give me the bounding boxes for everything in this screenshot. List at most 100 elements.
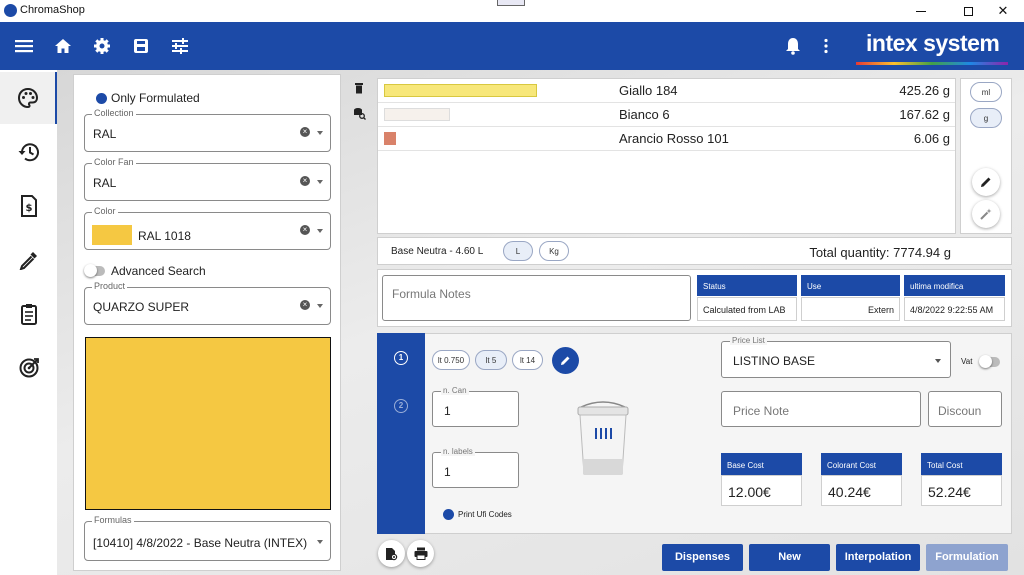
print-ufi-codes-radio[interactable]: [443, 509, 454, 520]
base-bar: Base Neutra - 4.60 L L Kg Total quantity…: [377, 237, 1012, 265]
clear-icon[interactable]: ×: [300, 300, 310, 310]
clear-icon[interactable]: ×: [300, 127, 310, 137]
target-icon: [19, 358, 39, 378]
print-ufi-codes-toggle[interactable]: Print Ufi Codes: [443, 509, 512, 520]
advanced-search-switch[interactable]: [84, 264, 105, 277]
filters-button[interactable]: [162, 22, 198, 70]
nav-color-search[interactable]: [0, 72, 57, 124]
can-14-chip[interactable]: lt 14: [512, 350, 543, 370]
formula-notes-input[interactable]: Formula Notes: [382, 275, 691, 321]
color-fan-select[interactable]: Color Fan RAL ×: [84, 157, 331, 201]
print-button[interactable]: [407, 540, 434, 567]
eyedropper-icon: [19, 252, 37, 270]
unit-g-toggle[interactable]: g: [970, 108, 1002, 128]
price-list-value: LISTINO BASE: [733, 354, 816, 368]
collection-select[interactable]: Collection RAL ×: [84, 108, 331, 152]
only-formulated-label: Only Formulated: [111, 91, 200, 105]
discount-input[interactable]: Discoun: [928, 391, 1002, 427]
close-button[interactable]: ✕: [980, 0, 1024, 22]
step-1[interactable]: 1: [394, 351, 408, 365]
save-button[interactable]: [123, 22, 159, 70]
only-formulated-toggle[interactable]: Only Formulated: [96, 91, 200, 105]
side-nav: $: [0, 70, 57, 575]
notifications-button[interactable]: [775, 22, 811, 70]
nav-reports[interactable]: [0, 288, 57, 340]
minimize-icon: [916, 10, 926, 12]
colorant-name: Giallo 184: [619, 83, 678, 98]
n-can-value: 1: [444, 404, 451, 418]
vat-switch[interactable]: [979, 355, 1000, 368]
colorant-row[interactable]: Arancio Rosso 101 6.06 g: [378, 127, 955, 151]
step-2[interactable]: 2: [394, 399, 408, 413]
colorant-row[interactable]: Giallo 184 425.26 g: [378, 79, 955, 103]
minimize-button[interactable]: [898, 0, 944, 22]
history-icon: [18, 143, 39, 162]
new-button[interactable]: New: [749, 544, 830, 571]
advanced-search-toggle[interactable]: Advanced Search: [84, 264, 206, 278]
home-button[interactable]: [45, 22, 81, 70]
drag-handle[interactable]: [497, 0, 525, 6]
settings-button[interactable]: [84, 22, 120, 70]
total-quantity: Total quantity: 7774.94 g: [809, 245, 951, 260]
palette-icon: [17, 87, 38, 109]
chevron-down-icon[interactable]: [317, 304, 323, 308]
use-header: Use: [801, 275, 900, 296]
preview-document-button[interactable]: [378, 540, 405, 567]
print-ufi-codes-label: Print Ufi Codes: [458, 510, 512, 519]
sliders-icon: [172, 38, 188, 54]
chevron-down-icon[interactable]: [317, 180, 323, 184]
unit-ml-toggle[interactable]: ml: [970, 82, 1002, 102]
dispenses-button[interactable]: Dispenses: [662, 544, 743, 571]
edit-button[interactable]: [972, 168, 1000, 196]
auto-edit-button[interactable]: [972, 200, 1000, 228]
top-app-bar: intex system: [0, 22, 1024, 70]
chevron-down-icon[interactable]: [935, 359, 941, 363]
clear-icon[interactable]: ×: [300, 176, 310, 186]
can-0750-chip[interactable]: lt 0.750: [432, 350, 470, 370]
unit-kg-toggle[interactable]: Kg: [539, 241, 569, 261]
formula-notes-placeholder: Formula Notes: [392, 287, 471, 301]
chevron-down-icon[interactable]: [317, 229, 323, 233]
window-title: ChromaShop: [20, 4, 85, 16]
interpolation-button[interactable]: Interpolation: [836, 544, 920, 571]
magic-wand-icon: [980, 208, 992, 220]
step-strip: 1 2: [377, 333, 425, 534]
only-formulated-radio[interactable]: [96, 92, 107, 104]
menu-icon: [15, 40, 33, 53]
edit-can-button[interactable]: [552, 347, 579, 374]
formulas-select[interactable]: Formulas [10410] 4/8/2022 - Base Neutra …: [84, 515, 331, 561]
price-list-select[interactable]: Price List LISTINO BASE: [721, 336, 951, 378]
menu-button[interactable]: [6, 22, 42, 70]
total-cost-header: Total Cost: [921, 453, 1002, 475]
can-5-chip[interactable]: lt 5: [475, 350, 507, 370]
total-cost-value: 52.24€: [921, 475, 1002, 506]
vat-label: Vat: [961, 357, 973, 366]
colorant-swatch: [384, 108, 450, 121]
unit-column: ml g: [960, 78, 1012, 234]
title-bar: ChromaShop ✕: [0, 0, 1024, 22]
n-can-input[interactable]: n. Can 1: [432, 386, 519, 427]
trash-icon: [355, 83, 363, 94]
database-search-button[interactable]: [353, 107, 366, 120]
clear-icon[interactable]: ×: [300, 225, 310, 235]
nav-history[interactable]: [0, 126, 57, 178]
chevron-down-icon[interactable]: [317, 540, 323, 544]
product-select[interactable]: Product QUARZO SUPER ×: [84, 281, 331, 325]
n-labels-value: 1: [444, 465, 451, 479]
brand-rainbow-bar: [856, 62, 1008, 65]
delete-button[interactable]: [354, 82, 364, 94]
price-note-input[interactable]: Price Note: [721, 391, 921, 427]
nav-invoices[interactable]: $: [0, 180, 57, 232]
chevron-down-icon[interactable]: [317, 131, 323, 135]
printer-icon: [414, 547, 427, 560]
unit-l-toggle[interactable]: L: [503, 241, 533, 261]
more-button[interactable]: [808, 22, 844, 70]
colorant-row[interactable]: Bianco 6 167.62 g: [378, 103, 955, 127]
base-cost-value: 12.00€: [721, 475, 802, 506]
color-value: RAL 1018: [138, 229, 191, 243]
formulation-button[interactable]: Formulation: [926, 544, 1008, 571]
n-labels-input[interactable]: n. labels 1: [432, 447, 519, 488]
nav-target[interactable]: [0, 342, 57, 394]
color-select[interactable]: Color RAL 1018 ×: [84, 206, 331, 250]
nav-eyedropper[interactable]: [0, 234, 57, 286]
